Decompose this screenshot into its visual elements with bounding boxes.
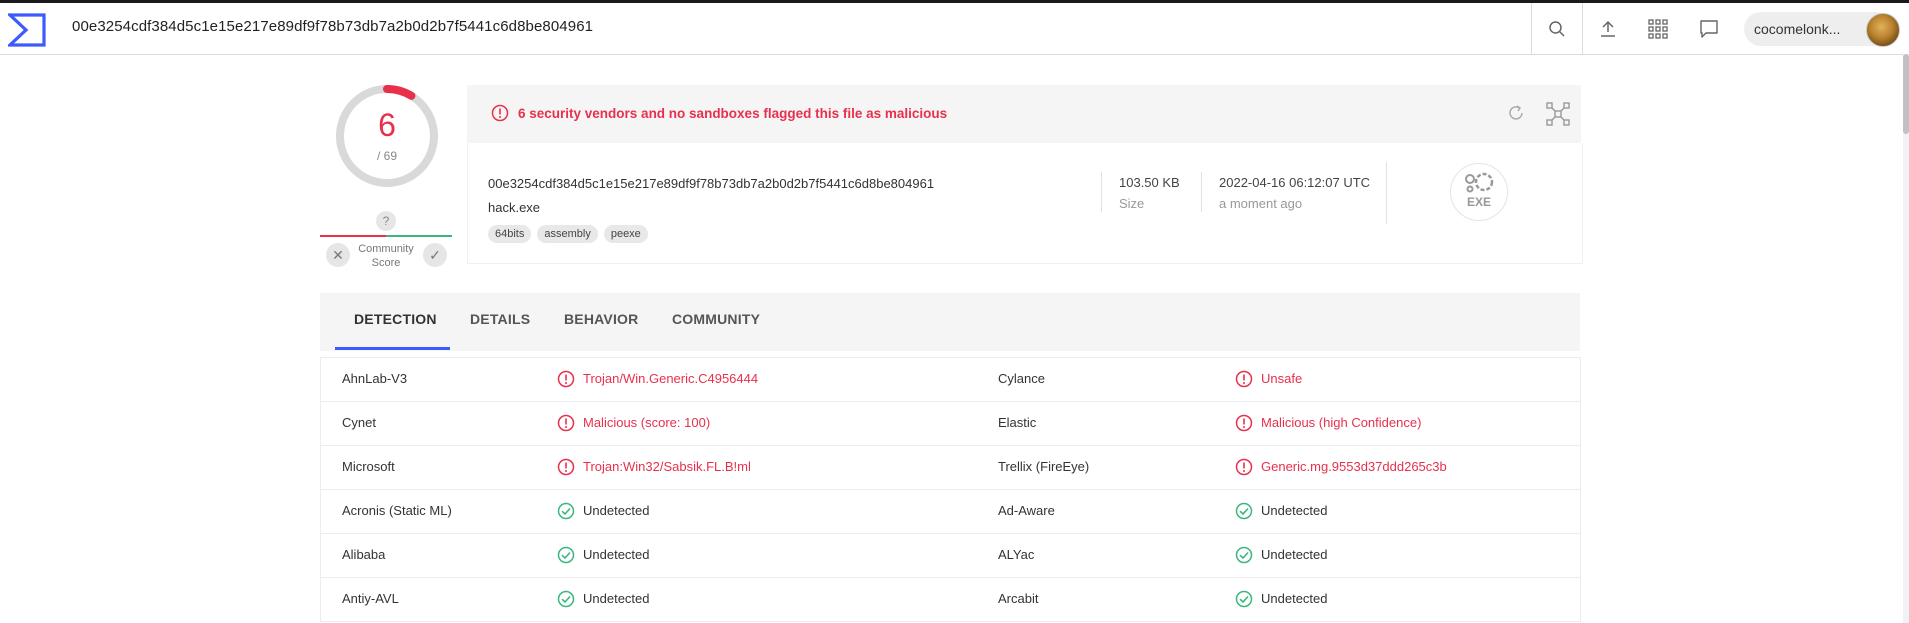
- detection-total: / 69: [376, 149, 397, 163]
- table-row: Acronis (Static ML) Undetected Ad-Aware Und…: [321, 490, 1580, 534]
- tag-chip[interactable]: assembly: [537, 225, 598, 243]
- apps-grid-icon: [1648, 18, 1668, 39]
- community-label-line1: Community: [358, 243, 414, 255]
- divider: [1101, 172, 1102, 212]
- tab-details[interactable]: DETAILS: [470, 311, 530, 327]
- check-circle-icon: [1235, 590, 1253, 608]
- file-type-label: EXE: [1466, 195, 1491, 209]
- detection-result: Trojan:Win32/Sabsik.FL.B!ml: [583, 459, 751, 474]
- upload-button[interactable]: [1583, 3, 1633, 54]
- vendor-name: Acronis (Static ML): [342, 503, 452, 518]
- upload-icon: [1601, 20, 1615, 37]
- check-circle-icon: [1235, 546, 1253, 564]
- alert-icon: [491, 104, 509, 122]
- vendor-name: Elastic: [998, 415, 1037, 430]
- tab-community[interactable]: COMMUNITY: [672, 311, 760, 327]
- file-name: hack.exe: [488, 200, 541, 215]
- divider: [1386, 162, 1387, 224]
- vendor-name: Ad-Aware: [998, 503, 1055, 518]
- alert-icon: [1235, 414, 1253, 432]
- community-bar-good: [386, 235, 452, 237]
- reanalyze-icon[interactable]: [1506, 103, 1526, 123]
- alert-icon: [557, 370, 575, 388]
- vendor-name: Microsoft: [342, 459, 395, 474]
- alert-icon: [557, 414, 575, 432]
- scrollbar-thumb[interactable]: [1903, 54, 1909, 134]
- detection-result: Undetected: [583, 547, 650, 562]
- community-score-label: Community Score: [354, 242, 418, 270]
- detection-result: Generic.mg.9553d37ddd265c3b: [1261, 459, 1447, 474]
- alert-message: 6 security vendors and no sandboxes flag…: [518, 106, 948, 121]
- table-row: AhnLab-V3 Trojan/Win.Generic.C4956444 Cyla…: [321, 358, 1580, 402]
- active-tab-indicator: [335, 347, 450, 350]
- detection-result: Trojan/Win.Generic.C4956444: [583, 371, 759, 386]
- vendor-name: Cylance: [998, 371, 1045, 386]
- file-size-value: 103.50 KB: [1119, 175, 1180, 190]
- search-input[interactable]: 00e3254cdf384d5c1e15e217e89df9f78b73db7a…: [72, 18, 593, 35]
- check-circle-icon: [1235, 502, 1253, 520]
- file-type-icon: [1450, 163, 1508, 221]
- detection-count: 6: [378, 107, 396, 143]
- detection-result: Undetected: [1261, 547, 1328, 562]
- check-icon: ✓: [429, 247, 441, 263]
- detection-result: Undetected: [1261, 591, 1328, 606]
- close-icon: ✕: [332, 247, 344, 263]
- username-label: cocomelonk...: [1754, 21, 1841, 37]
- check-circle-icon: [557, 502, 575, 520]
- vendor-name: Arcabit: [998, 591, 1039, 606]
- community-label-line2: Score: [371, 257, 401, 269]
- tag-chip[interactable]: 64bits: [488, 225, 532, 243]
- check-circle-icon: [557, 590, 575, 608]
- scrollbar-track[interactable]: [1903, 54, 1909, 623]
- vendor-name: AhnLab-V3: [342, 371, 408, 386]
- vote-harmless-button[interactable]: ✓: [423, 243, 447, 267]
- table-row: Cynet Malicious (score: 100) Elastic Malici…: [321, 402, 1580, 446]
- vendor-name: Antiy-AVL: [342, 591, 399, 606]
- search-button[interactable]: [1531, 3, 1583, 54]
- user-menu[interactable]: cocomelonk...: [1744, 12, 1900, 47]
- search-icon: [1549, 20, 1565, 37]
- alert-icon: [557, 458, 575, 476]
- detection-result: Undetected: [583, 503, 650, 518]
- graph-icon[interactable]: [1546, 102, 1570, 126]
- detection-result: Undetected: [1261, 503, 1328, 518]
- vendor-name: Trellix (FireEye): [998, 459, 1090, 474]
- detection-result: Malicious (score: 100): [583, 415, 711, 430]
- detection-result: Undetected: [583, 591, 650, 606]
- table-row: Antiy-AVL Undetected Arcabit Undetected: [321, 578, 1580, 622]
- tag-chip[interactable]: peexe: [603, 225, 648, 243]
- file-size-label: Size: [1119, 196, 1145, 211]
- community-bar-bad: [320, 235, 386, 237]
- avatar[interactable]: [1866, 13, 1900, 47]
- vendor-name: Alibaba: [342, 547, 386, 562]
- apps-button[interactable]: [1633, 3, 1683, 54]
- file-tags: 64bits assembly peexe: [488, 225, 648, 243]
- tab-detection[interactable]: DETECTION: [354, 311, 437, 327]
- check-circle-icon: [557, 546, 575, 564]
- table-row: Alibaba Undetected ALYac Undetected: [321, 534, 1580, 578]
- alert-icon: [1235, 458, 1253, 476]
- file-hash: 00e3254cdf384d5c1e15e217e89df9f78b73db7a…: [488, 176, 935, 191]
- vendor-name: ALYac: [998, 547, 1035, 562]
- file-info-card: [467, 143, 1583, 264]
- alert-icon: [1235, 370, 1253, 388]
- chat-button[interactable]: [1684, 3, 1734, 54]
- detection-result: Unsafe: [1261, 371, 1303, 386]
- vote-harmful-button[interactable]: ✕: [326, 243, 350, 267]
- analysis-date-value: 2022-04-16 06:12:07 UTC: [1219, 175, 1371, 190]
- analysis-date-relative: a moment ago: [1219, 196, 1303, 211]
- chat-icon: [1700, 19, 1718, 38]
- virustotal-logo-icon[interactable]: [8, 11, 46, 49]
- divider: [1201, 172, 1202, 212]
- table-row: Microsoft Trojan:Win32/Sabsik.FL.B!ml Trel…: [321, 446, 1580, 490]
- detection-result: Malicious (high Confidence): [1261, 415, 1422, 430]
- community-score-unknown: ?: [376, 211, 396, 231]
- tab-behavior[interactable]: BEHAVIOR: [564, 311, 638, 327]
- detection-table: AhnLab-V3 Trojan/Win.Generic.C4956444 Cyla…: [320, 357, 1581, 622]
- vendor-name: Cynet: [342, 415, 376, 430]
